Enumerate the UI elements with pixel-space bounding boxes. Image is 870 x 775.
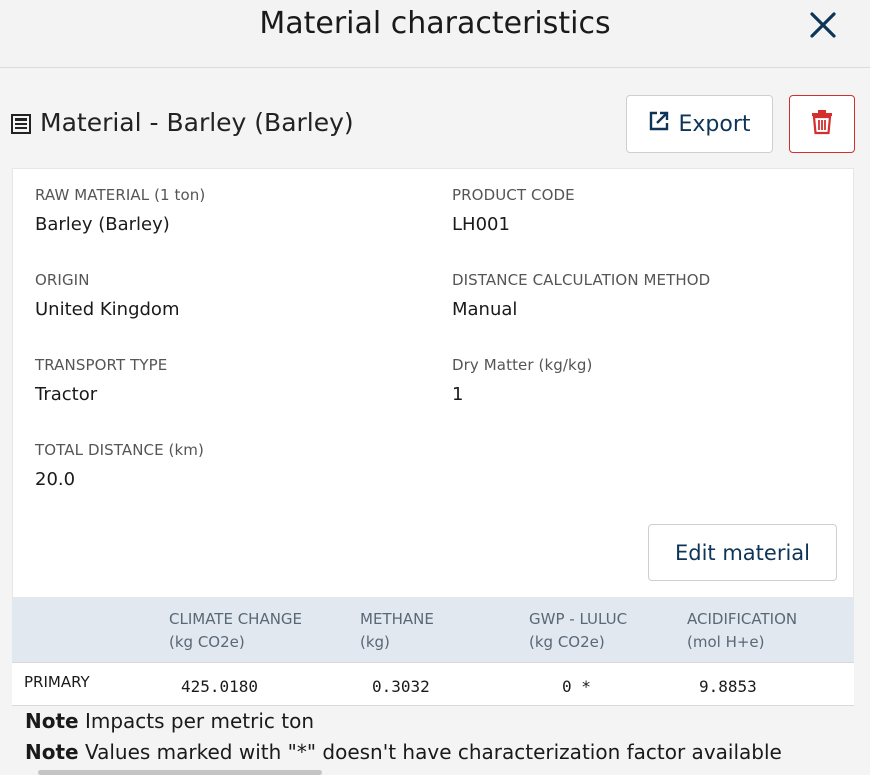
transport-type-label: TRANSPORT TYPE xyxy=(35,356,168,374)
trash-icon xyxy=(810,109,834,139)
transport-type-value: Tractor xyxy=(35,384,98,405)
total-distance-value: 20.0 xyxy=(35,469,76,490)
col-header-climate-change: CLIMATE CHANGE (kg CO2e) xyxy=(169,608,302,654)
col-header-line2: (kg CO2e) xyxy=(529,633,605,651)
col-header-gwp-luluc: GWP - LULUC (kg CO2e) xyxy=(529,608,627,654)
note-impacts: Note Impacts per metric ton xyxy=(25,709,314,733)
material-heading: Material - Barley (Barley) xyxy=(10,108,354,137)
col-header-line1: GWP - LULUC xyxy=(529,610,628,628)
external-link-icon xyxy=(648,110,670,138)
distance-method-value: Manual xyxy=(452,299,518,320)
col-header-methane: METHANE (kg) xyxy=(360,608,434,654)
transport-type-field: TRANSPORT TYPE Tractor xyxy=(35,356,167,405)
note-bold: Note xyxy=(25,709,79,733)
cell-acidification: 9.8853 xyxy=(699,677,757,696)
cell-gwp-luluc: 0 * xyxy=(562,677,591,696)
row-label: PRIMARY xyxy=(24,673,90,691)
origin-value: United Kingdom xyxy=(35,299,180,320)
col-header-line2: (kg) xyxy=(360,633,390,651)
export-button[interactable]: Export xyxy=(626,95,773,153)
col-header-acidification: ACIDIFICATION (mol H+e) xyxy=(687,608,797,654)
origin-field: ORIGIN United Kingdom xyxy=(35,271,179,320)
note-characterization: Note Values marked with "*" doesn't have… xyxy=(25,740,782,764)
distance-method-field: DISTANCE CALCULATION METHOD Manual xyxy=(452,271,710,320)
col-header-line2: (kg CO2e) xyxy=(169,633,245,651)
col-header-line1: METHANE xyxy=(360,610,434,628)
total-distance-label: TOTAL DISTANCE (km) xyxy=(35,441,204,459)
note-text: Impacts per metric ton xyxy=(78,709,315,733)
raw-material-value: Barley (Barley) xyxy=(35,214,170,235)
dry-matter-value: 1 xyxy=(452,384,464,405)
note-text: Values marked with "*" doesn't have char… xyxy=(78,740,782,764)
col-header-line2: (mol H+e) xyxy=(687,633,765,651)
modal-header: Material characteristics xyxy=(0,0,870,68)
material-title: Material - Barley (Barley) xyxy=(40,108,354,137)
close-icon[interactable] xyxy=(808,6,838,47)
modal-title: Material characteristics xyxy=(259,6,611,41)
col-header-line1: CLIMATE CHANGE xyxy=(169,610,303,628)
product-code-field: PRODUCT CODE LH001 xyxy=(452,186,575,235)
note-bold: Note xyxy=(25,740,79,764)
total-distance-field: TOTAL DISTANCE (km) 20.0 xyxy=(35,441,204,490)
impacts-table-header: CLIMATE CHANGE (kg CO2e) METHANE (kg) GW… xyxy=(12,598,854,662)
col-header-line1: ACIDIFICATION xyxy=(687,610,798,628)
cell-climate-change: 425.0180 xyxy=(181,677,259,696)
raw-material-label: RAW MATERIAL (1 ton) xyxy=(35,186,206,204)
horizontal-scrollbar[interactable] xyxy=(38,770,322,775)
product-code-label: PRODUCT CODE xyxy=(452,186,575,204)
origin-label: ORIGIN xyxy=(35,271,90,289)
product-code-value: LH001 xyxy=(452,214,510,235)
distance-method-label: DISTANCE CALCULATION METHOD xyxy=(452,271,711,289)
table-row: PRIMARY 425.0180 0.3032 0 * 9.8853 xyxy=(12,662,854,706)
cell-methane: 0.3032 xyxy=(372,677,430,696)
material-icon xyxy=(10,112,32,134)
raw-material-field: RAW MATERIAL (1 ton) Barley (Barley) xyxy=(35,186,205,235)
dry-matter-field: Dry Matter (kg/kg) 1 xyxy=(452,356,592,405)
edit-material-button[interactable]: Edit material xyxy=(648,524,837,581)
export-label: Export xyxy=(678,111,751,137)
delete-button[interactable] xyxy=(789,95,855,153)
dry-matter-label: Dry Matter (kg/kg) xyxy=(452,356,593,374)
